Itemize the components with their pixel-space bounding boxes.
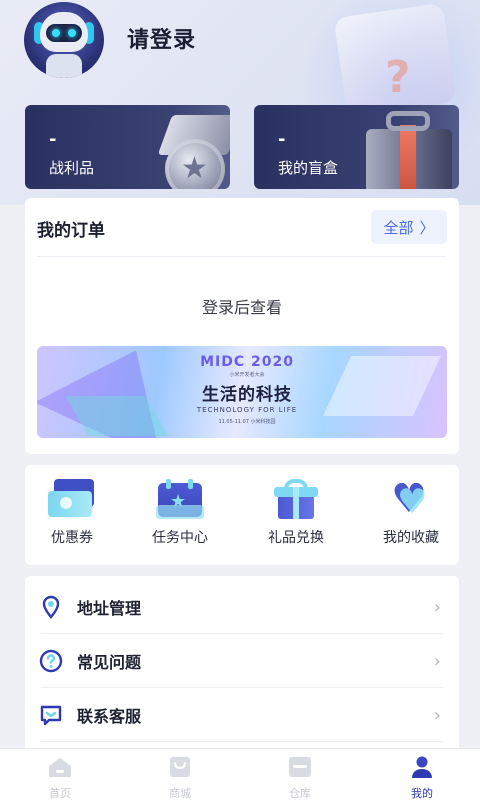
heart-icon: ♥ ♥ [391,476,428,522]
divider [41,741,443,742]
nav-mine-label: 我的 [411,787,433,800]
banner-date: 11.05-11.07 小米科技园 [218,419,276,425]
location-pin-icon [42,595,60,619]
midc-banner[interactable]: MIDC 2020 小米开发者大会 生活的科技 TECHNOLOGY FOR L… [37,346,447,438]
question-icon [39,649,63,673]
gift-icon [270,479,322,519]
nav-shop[interactable]: 商城 [140,755,220,800]
avatar[interactable] [24,2,104,78]
coupon-label: 优惠券 [51,530,93,546]
blind-box-card[interactable]: - 我的盲盒 [254,105,459,189]
loot-label: 战利品 [49,159,95,177]
banner-headline: 生活的科技 [202,385,292,405]
blind-box-icon [354,111,459,189]
nav-home-label: 首页 [49,787,71,800]
chevron-right-icon: 〉 [419,218,435,237]
chevron-right-icon: › [433,650,441,672]
task-center-label: 任务中心 [152,530,208,546]
bottom-navigation: 首页 商城 仓库 我的 [0,748,480,800]
nav-warehouse-label: 仓库 [289,787,311,800]
warehouse-icon [289,757,311,777]
orders-title: 我的订单 [37,221,105,241]
chevron-right-icon: › [433,596,441,618]
menu-label-address: 地址管理 [77,599,142,618]
blind-box-label: 我的盲盒 [278,159,339,177]
menu-label-customer-service: 联系客服 [77,707,142,726]
all-orders-button[interactable]: 全部 〉 [371,210,447,244]
nav-shop-label: 商城 [169,787,191,800]
menu-item-customer-service[interactable]: 联系客服 › [25,688,459,742]
banner-brand: MIDC 2020 [200,354,294,370]
gift-exchange-shortcut[interactable]: 礼品兑换 [251,479,341,547]
menu-label-faq: 常见问题 [77,653,142,672]
menu-item-faq[interactable]: 常见问题 › [25,634,459,688]
all-orders-label: 全部 [383,218,414,237]
banner-tagline: TECHNOLOGY FOR LIFE [196,406,298,414]
task-calendar-icon: ★ [154,479,206,519]
medal-icon: ★ [145,115,230,189]
settings-menu: 地址管理 › 常见问题 › 联系客服 › [25,576,459,776]
chat-icon [40,705,62,726]
chevron-right-icon: › [433,704,441,726]
favorites-label: 我的收藏 [383,530,439,546]
home-icon [49,758,71,777]
loot-card[interactable]: ★ - 战利品 [25,105,230,189]
login-to-view-text: 登录后查看 [201,298,282,317]
divider [37,256,447,257]
gift-exchange-label: 礼品兑换 [268,530,324,546]
banner-subtitle: 小米开发者大会 [229,372,265,378]
menu-item-address[interactable]: 地址管理 › [25,580,459,634]
shop-bag-icon [170,757,190,777]
user-icon [412,756,432,778]
nav-home[interactable]: 首页 [20,755,100,800]
orders-panel: 我的订单 全部 〉 登录后查看 MIDC 2020 小米开发者大会 生活的科技 … [25,198,459,454]
favorites-shortcut[interactable]: ♥ ♥ 我的收藏 [366,479,456,547]
blind-box-count: - [278,129,286,150]
shortcuts-panel: 优惠券 ★ 任务中心 礼品兑换 ♥ ♥ 我的收藏 [25,465,459,565]
nav-warehouse[interactable]: 仓库 [260,755,340,800]
nav-mine[interactable]: 我的 [382,755,462,800]
login-prompt[interactable]: 请登录 [127,22,196,54]
coupon-shortcut[interactable]: 优惠券 [27,479,117,547]
loot-count: - [49,129,57,150]
task-center-shortcut[interactable]: ★ 任务中心 [135,479,225,547]
coupon-icon [46,479,98,519]
